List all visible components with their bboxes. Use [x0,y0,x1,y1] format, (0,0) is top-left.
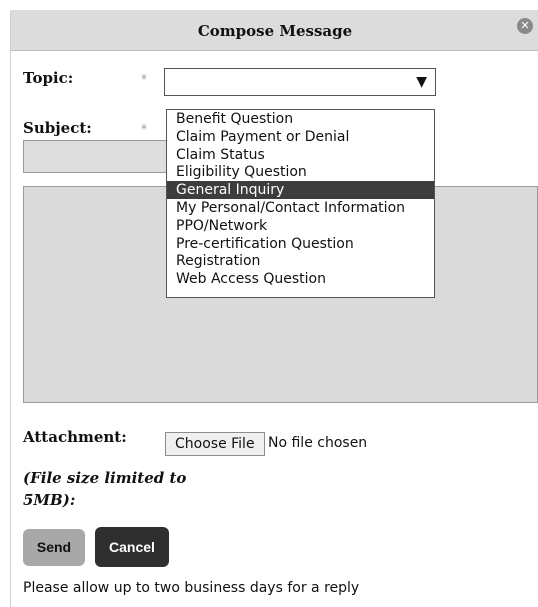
file-status-text: No file chosen [268,435,368,451]
topic-select[interactable]: ▼ [164,68,436,96]
topic-required-icon: * [141,72,147,86]
topic-option[interactable]: PPO/Network [167,217,434,235]
topic-option[interactable]: Claim Status [167,146,434,164]
topic-option[interactable]: My Personal/Contact Information [167,199,434,217]
send-button[interactable]: Send [23,529,85,566]
subject-label: Subject: [23,119,92,137]
topic-option[interactable]: Benefit Question [167,110,434,128]
subject-required-icon: * [141,122,147,136]
reply-time-note: Please allow up to two business days for… [23,580,360,596]
topic-label: Topic: [23,69,74,87]
subject-input[interactable] [23,140,169,173]
compose-message-dialog: Compose Message ✕ Topic: * ▼ Subject: * … [10,10,538,607]
topic-option[interactable]: Web Access Question [167,270,434,288]
file-size-note: (File size limited to 5MB): [23,469,187,509]
topic-option[interactable]: Pre-certification Question [167,235,434,253]
dialog-titlebar: Compose Message ✕ [11,10,538,51]
dropdown-arrow-icon: ▼ [416,74,427,90]
topic-option[interactable]: Eligibility Question [167,163,434,181]
attachment-label: Attachment: [23,428,127,446]
dialog-title: Compose Message [197,22,353,40]
topic-dropdown-list: Benefit Question Claim Payment or Denial… [166,109,435,298]
choose-file-button[interactable]: Choose File [165,432,265,456]
close-icon[interactable]: ✕ [517,18,533,34]
topic-option-highlighted[interactable]: General Inquiry [167,181,434,199]
topic-option[interactable]: Registration [167,252,434,270]
cancel-button[interactable]: Cancel [95,527,169,567]
topic-option[interactable]: Claim Payment or Denial [167,128,434,146]
